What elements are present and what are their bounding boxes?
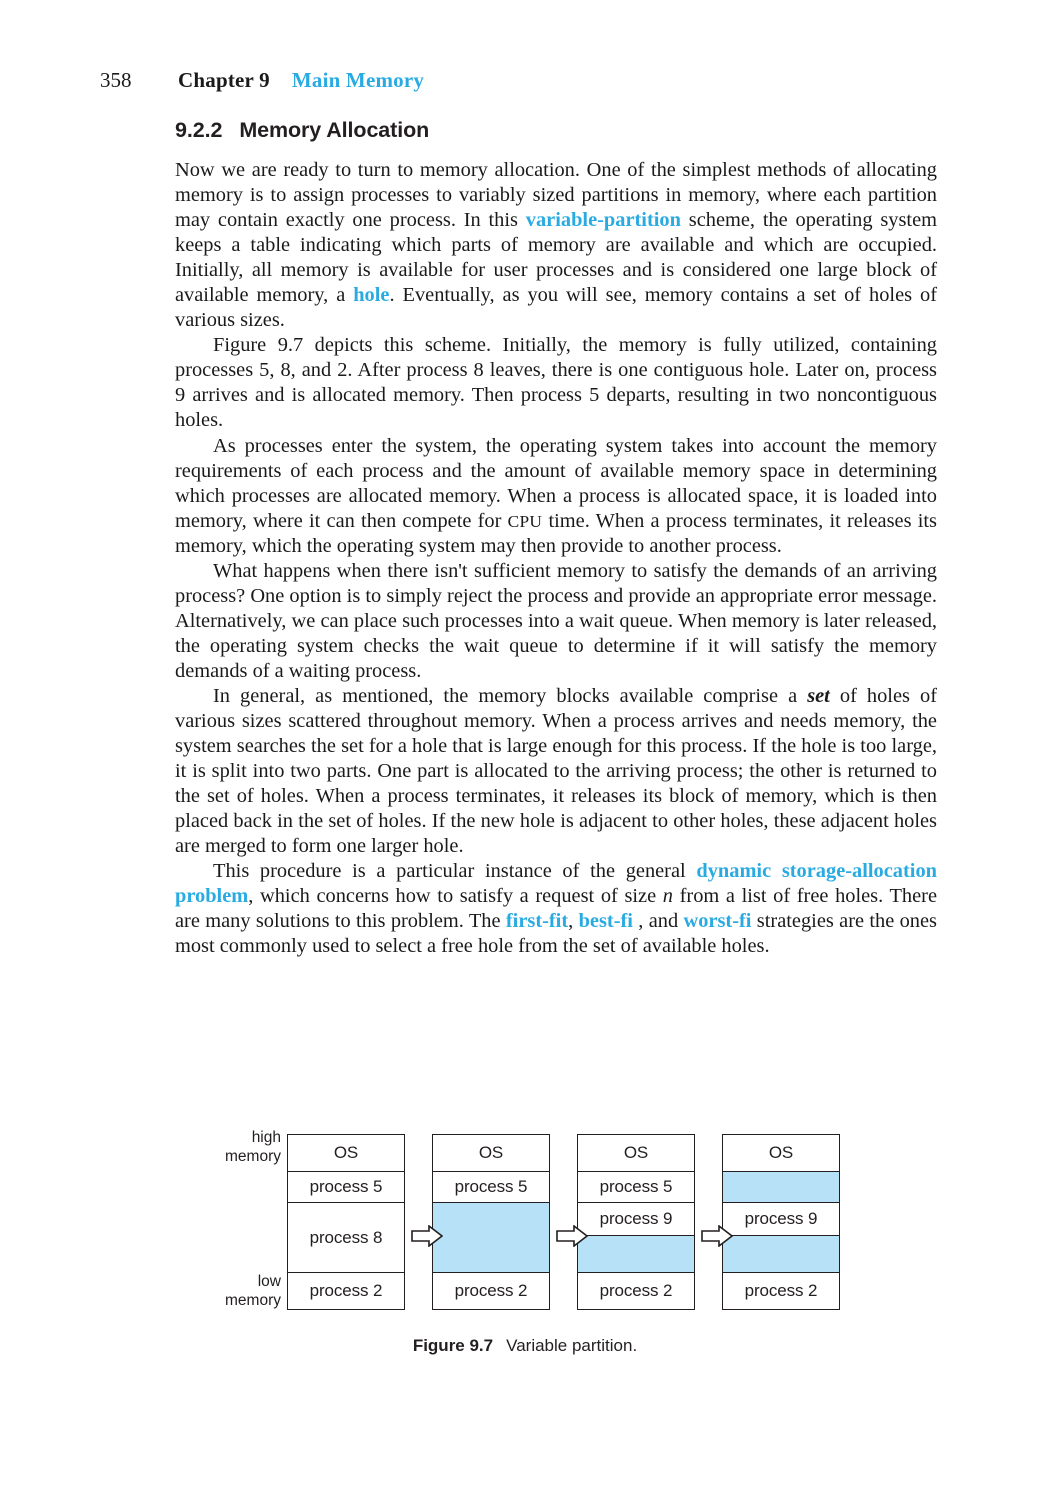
memory-block-process: OS <box>433 1135 549 1172</box>
inline-term: first-fit <box>505 910 569 933</box>
low-memory-line-1: low <box>257 1273 281 1290</box>
inline-term: hole <box>353 284 390 307</box>
inline-term: CPU <box>507 511 543 531</box>
inline-term: dynamic storage-allocation problem <box>175 860 937 908</box>
paragraph-6: This procedure is a particular instance … <box>175 860 938 958</box>
inline-term: n <box>662 885 673 908</box>
inline-term: best-fi <box>578 910 633 933</box>
transition-arrow-2-icon <box>556 1224 589 1248</box>
memory-block-process: OS <box>288 1135 404 1172</box>
memory-block-process: process 5 <box>288 1172 404 1203</box>
memory-block-process: process 5 <box>433 1172 549 1203</box>
figure-caption-text: Variable partition. <box>506 1336 638 1355</box>
inline-term: worst-fi <box>683 910 752 933</box>
memory-block-process: process 9 <box>578 1203 694 1236</box>
high-memory-line-1: high <box>251 1129 281 1146</box>
memory-block-process: process 8 <box>288 1203 404 1273</box>
low-memory-label: low memory <box>225 1273 281 1310</box>
section-title: Memory Allocation <box>239 118 430 142</box>
inline-term: variable-partition <box>525 209 681 232</box>
memory-block-process: process 2 <box>288 1273 404 1309</box>
inline-term: set <box>807 684 830 707</box>
memory-column-state-2: OS process 5 process 2 <box>432 1134 550 1310</box>
memory-column-state-1: OS process 5 process 8 process 2 <box>287 1134 405 1310</box>
transition-arrow-1-icon <box>411 1224 444 1248</box>
body-text-column: Now we are ready to turn to memory alloc… <box>175 158 937 960</box>
memory-block-process: process 2 <box>723 1273 839 1309</box>
paragraph-3: As processes enter the system, the opera… <box>175 434 937 557</box>
chapter-title: Main Memory <box>291 68 425 92</box>
paragraph-1: Now we are ready to turn to memory alloc… <box>175 159 937 332</box>
memory-block-process: OS <box>723 1135 839 1172</box>
paragraph-2: Figure 9.7 depicts this scheme. Initiall… <box>175 334 937 432</box>
paragraph-4: What happens when there isn't sufficient… <box>175 559 937 682</box>
figure-caption: Figure 9.7 Variable partition. <box>0 1336 1050 1356</box>
memory-column-state-4: OS process 9 process 2 <box>722 1134 840 1310</box>
memory-block-hole <box>433 1203 549 1273</box>
memory-block-hole <box>723 1172 839 1203</box>
figure-caption-label: Figure 9.7 <box>412 1336 494 1355</box>
low-memory-line-2: memory <box>225 1291 281 1309</box>
memory-block-hole <box>578 1236 694 1273</box>
memory-column-state-3: OS process 5 process 9 process 2 <box>577 1134 695 1310</box>
memory-block-hole <box>723 1236 839 1273</box>
memory-block-process: process 5 <box>578 1172 694 1203</box>
high-memory-label: high memory <box>225 1129 281 1166</box>
section-heading: 9.2.2 Memory Allocation <box>175 118 429 143</box>
high-memory-line-2: memory <box>225 1147 281 1165</box>
transition-arrow-3-icon <box>701 1224 734 1248</box>
memory-block-process: process 2 <box>433 1273 549 1309</box>
memory-block-process: process 2 <box>578 1273 694 1309</box>
paragraph-5: In general, as mentioned, the memory blo… <box>175 684 937 858</box>
running-head: 358 Chapter 9 Main Memory <box>100 68 424 93</box>
chapter-label: Chapter 9 <box>178 68 270 92</box>
memory-axis-labels: high memory low memory <box>215 1128 281 1311</box>
memory-block-process: OS <box>578 1135 694 1172</box>
memory-block-process: process 9 <box>723 1203 839 1236</box>
page-number: 358 <box>100 68 132 92</box>
figure-canvas: high memory low memory OS process 5 proces… <box>215 1128 840 1318</box>
section-number: 9.2.2 <box>175 118 223 142</box>
figure-9-7: high memory low memory OS process 5 proces… <box>0 1128 1050 1355</box>
